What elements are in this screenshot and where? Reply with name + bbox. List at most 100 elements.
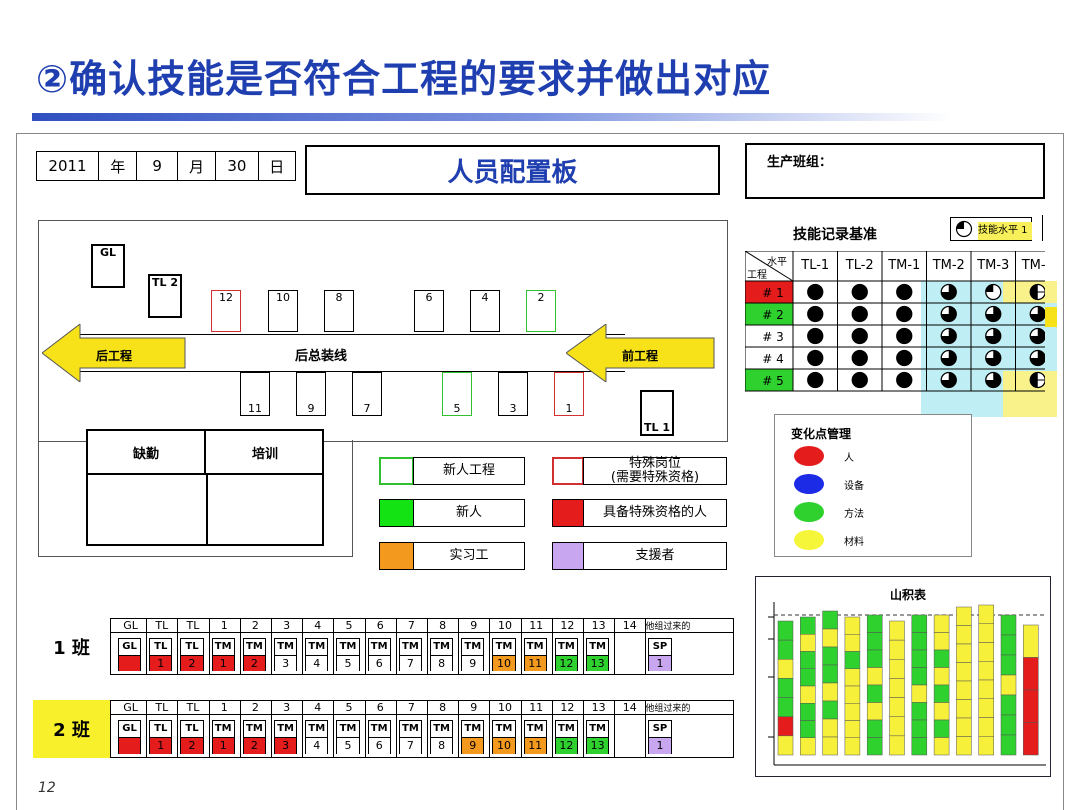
shift-header-line bbox=[111, 632, 734, 633]
shift-column-header: 11 bbox=[529, 619, 544, 632]
name-card[interactable]: TM 9 bbox=[461, 638, 485, 671]
shift-column-header: 8 bbox=[439, 619, 447, 632]
station-1[interactable]: 1 bbox=[554, 372, 584, 416]
name-card[interactable]: TM 10 bbox=[492, 638, 516, 671]
shift-2-row: 2 班 GL TL TL 1 2 3 4 5 6 7 8 9 10 11 12 13 14 他组过来的 GL TL 1 TL… bbox=[33, 700, 734, 758]
yamazumi-segment bbox=[800, 720, 816, 738]
yamazumi-segment bbox=[844, 668, 861, 687]
skill-level-icon bbox=[985, 327, 1002, 345]
shift-column-header: 3 bbox=[283, 619, 291, 632]
change-point-label: 方法 bbox=[844, 509, 864, 520]
name-card[interactable]: TM 13 bbox=[586, 638, 610, 671]
name-card[interactable]: TL 2 bbox=[180, 720, 204, 754]
legend-new-process-swatch bbox=[379, 457, 414, 485]
station-5[interactable]: 5 bbox=[442, 372, 472, 416]
name-card[interactable]: TM 12 bbox=[554, 638, 578, 671]
skill-row-label: # 1 bbox=[762, 286, 784, 300]
name-card[interactable]: TM 3 bbox=[274, 638, 298, 671]
name-card-number: 5 bbox=[337, 738, 359, 754]
station-11[interactable]: 11 bbox=[240, 372, 270, 416]
legend-special-swatch bbox=[552, 457, 584, 485]
shift-1-row: 1 班 GL TL TL 1 2 3 4 5 6 7 8 9 10 11 12 13 14 他组过来的 GL TL 1 TL… bbox=[33, 618, 734, 675]
shift-column-header: GL bbox=[123, 701, 138, 714]
leader-tl2[interactable]: TL 2 bbox=[148, 274, 182, 318]
yamazumi-segment bbox=[889, 716, 905, 737]
skill-row-label: # 2 bbox=[762, 308, 784, 322]
station-7[interactable]: 7 bbox=[352, 372, 382, 416]
yamazumi-segment bbox=[1000, 634, 1017, 656]
name-card-number: 10 bbox=[493, 738, 515, 754]
name-card[interactable]: TM 6 bbox=[367, 638, 391, 671]
name-card[interactable]: TM 8 bbox=[430, 638, 454, 671]
name-card-number: 8 bbox=[431, 655, 453, 671]
name-card[interactable]: TM 5 bbox=[336, 720, 360, 754]
station-8[interactable]: 8 bbox=[324, 290, 354, 332]
name-card[interactable]: TM 7 bbox=[398, 720, 422, 754]
name-card-number: 11 bbox=[524, 738, 546, 754]
leader-gl[interactable]: GL bbox=[91, 244, 125, 288]
name-card[interactable]: TM 1 bbox=[211, 638, 235, 671]
yamazumi-segment bbox=[889, 620, 905, 641]
yamazumi-chart bbox=[768, 602, 1046, 766]
name-card[interactable]: TM 4 bbox=[305, 720, 329, 754]
skill-level-icon bbox=[940, 349, 957, 367]
yamazumi-segment bbox=[1000, 654, 1017, 676]
name-card-role: TM bbox=[243, 721, 265, 738]
name-card-number: 1 bbox=[150, 738, 172, 754]
skill-level-icon bbox=[940, 305, 957, 323]
name-card[interactable]: TM 2 bbox=[242, 720, 266, 754]
skill-column-header: TM-2 bbox=[932, 258, 965, 273]
station-9[interactable]: 9 bbox=[296, 372, 326, 416]
station-2[interactable]: 2 bbox=[526, 290, 556, 332]
legend-special-label: 特殊岗位 (需要特殊资格) bbox=[583, 457, 727, 485]
yamazumi-segment bbox=[777, 697, 794, 717]
skill-level-icon bbox=[985, 305, 1002, 323]
yamazumi-segment bbox=[844, 737, 861, 756]
name-card[interactable]: TM 12 bbox=[554, 720, 578, 754]
name-card[interactable]: TM 1 bbox=[211, 720, 235, 754]
name-card[interactable]: TM 10 bbox=[492, 720, 516, 754]
name-card-number: 12 bbox=[555, 738, 577, 754]
name-card-role: TM bbox=[493, 721, 515, 738]
name-card[interactable]: TM 8 bbox=[430, 720, 454, 754]
team-box: 生产班组： bbox=[745, 143, 1045, 199]
shift-column-header: 14 bbox=[622, 701, 637, 714]
name-card[interactable]: TM 6 bbox=[367, 720, 391, 754]
name-card[interactable]: TM 13 bbox=[586, 720, 610, 754]
yamazumi-segment bbox=[866, 737, 883, 756]
yamazumi-segment bbox=[911, 684, 928, 703]
name-card-number: 12 bbox=[555, 655, 577, 671]
change-point-dot bbox=[794, 530, 824, 550]
name-card[interactable]: TL 1 bbox=[149, 638, 173, 671]
yamazumi-segment bbox=[956, 680, 972, 700]
name-card[interactable]: SP 1 bbox=[648, 638, 672, 671]
leader-tl1[interactable]: TL 1 bbox=[640, 390, 674, 436]
yamazumi-segment bbox=[978, 736, 994, 756]
station-3[interactable]: 3 bbox=[498, 372, 528, 416]
station-4[interactable]: 4 bbox=[470, 290, 500, 332]
yamazumi-segment bbox=[800, 703, 816, 721]
yamazumi-segment bbox=[777, 659, 794, 679]
name-card[interactable]: TM 2 bbox=[242, 638, 266, 671]
name-card-role: TL bbox=[181, 721, 203, 738]
name-card[interactable]: GL bbox=[118, 720, 142, 754]
name-card[interactable]: TM 5 bbox=[336, 638, 360, 671]
name-card[interactable]: TM 11 bbox=[523, 720, 547, 754]
name-card[interactable]: TM 9 bbox=[461, 720, 485, 754]
name-card[interactable]: TL 2 bbox=[180, 638, 204, 671]
date-month: 9 bbox=[137, 152, 178, 180]
name-card-role: TL bbox=[150, 721, 172, 738]
name-card[interactable]: GL bbox=[118, 638, 142, 671]
yamazumi-segment bbox=[800, 668, 816, 687]
station-10[interactable]: 10 bbox=[268, 290, 298, 332]
shift-column-header: 10 bbox=[497, 619, 512, 632]
name-card[interactable]: TM 11 bbox=[523, 638, 547, 671]
name-card[interactable]: TM 4 bbox=[305, 638, 329, 671]
name-card[interactable]: SP 1 bbox=[648, 720, 672, 754]
shift-column-header: 9 bbox=[470, 701, 478, 714]
station-12[interactable]: 12 bbox=[211, 290, 241, 332]
name-card[interactable]: TL 1 bbox=[149, 720, 173, 754]
name-card[interactable]: TM 7 bbox=[398, 638, 422, 671]
station-6[interactable]: 6 bbox=[414, 290, 444, 332]
name-card[interactable]: TM 3 bbox=[274, 720, 298, 754]
